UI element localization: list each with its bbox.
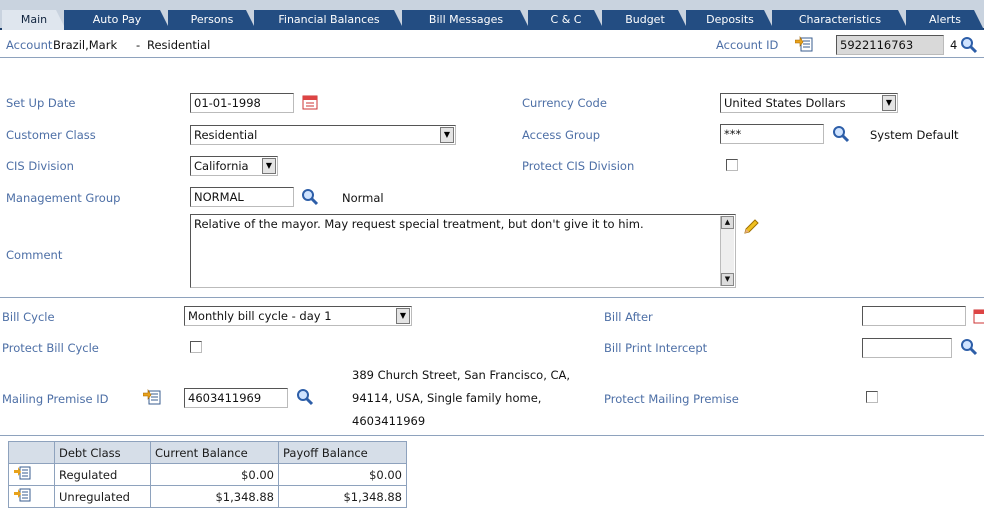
section-divider	[0, 435, 984, 436]
premise-context-icon[interactable]	[142, 388, 161, 408]
customer-class-label: Customer Class	[6, 128, 96, 142]
mailing-premise-search-icon[interactable]	[296, 388, 314, 409]
account-header: Account Brazil,Mark - Residential Accoun…	[0, 32, 984, 58]
currency-code-value: United States Dollars	[724, 96, 846, 110]
protect-cis-division-label: Protect CIS Division	[522, 159, 635, 173]
bill-print-intercept-label: Bill Print Intercept	[604, 341, 708, 355]
management-group-search-icon[interactable]	[301, 188, 319, 209]
premise-address-line-1: 389 Church Street, San Francisco, CA,	[352, 368, 571, 382]
comment-text: Relative of the mayor. May request speci…	[194, 217, 644, 231]
payoff-balance-cell: $1,348.88	[278, 485, 407, 508]
payoff-balance-cell: $0.00	[278, 463, 407, 486]
chevron-down-icon: ▼	[882, 95, 896, 111]
currency-code-select[interactable]: United States Dollars ▼	[720, 93, 898, 113]
table-header-row: Debt Class Current Balance Payoff Balanc…	[8, 441, 407, 464]
tab-auto-pay[interactable]: Auto Pay	[64, 10, 170, 30]
tab-financial-balances[interactable]: Financial Balances	[254, 10, 404, 30]
comment-label: Comment	[6, 248, 63, 262]
tab-deposits[interactable]: Deposits	[686, 10, 774, 30]
account-context-icon[interactable]	[794, 35, 813, 55]
edit-pencil-icon[interactable]	[742, 218, 760, 239]
bill-cycle-label: Bill Cycle	[2, 310, 55, 324]
bill-print-intercept-field[interactable]	[862, 338, 952, 358]
management-group-field[interactable]: NORMAL	[190, 187, 294, 207]
account-id-label: Account ID	[716, 38, 779, 52]
bill-after-field[interactable]	[862, 306, 966, 326]
account-search-icon[interactable]	[960, 36, 978, 57]
tab-alerts[interactable]: Alerts	[906, 10, 984, 30]
tab-c-and-c[interactable]: C & C	[528, 10, 604, 30]
table-header-icon-col	[8, 441, 55, 464]
tab-persons[interactable]: Persons	[168, 10, 256, 30]
bill-print-intercept-search-icon[interactable]	[960, 338, 978, 359]
protect-mailing-premise-checkbox[interactable]	[866, 391, 878, 403]
table-header-debt-class: Debt Class	[54, 441, 151, 464]
access-group-search-icon[interactable]	[832, 125, 850, 146]
account-name: Brazil,Mark	[53, 38, 118, 52]
account-separator: -	[136, 38, 141, 52]
account-id-field[interactable]: 5922116763	[836, 35, 944, 55]
access-group-description: System Default	[870, 128, 959, 142]
protect-cis-division-checkbox[interactable]	[726, 159, 738, 171]
table-row: Regulated $0.00 $0.00	[8, 463, 407, 486]
bill-after-calendar-icon[interactable]	[973, 308, 984, 324]
chevron-down-icon: ▼	[396, 308, 410, 324]
tab-main[interactable]: Main	[2, 10, 66, 30]
premise-address-line-2: 94114, USA, Single family home,	[352, 391, 542, 405]
customer-class-select[interactable]: Residential ▼	[190, 125, 456, 145]
row-context-icon[interactable]	[8, 485, 55, 508]
calendar-icon[interactable]	[302, 94, 318, 113]
table-header-current-balance: Current Balance	[150, 441, 279, 464]
account-label: Account	[6, 38, 53, 52]
customer-class-value: Residential	[194, 128, 258, 142]
mailing-premise-label: Mailing Premise ID	[2, 392, 109, 406]
tab-bar: Main Auto Pay Persons Financial Balances…	[0, 0, 984, 30]
cis-division-value: California	[194, 159, 249, 173]
table-row: Unregulated $1,348.88 $1,348.88	[8, 485, 407, 508]
current-balance-cell: $0.00	[150, 463, 279, 486]
cis-division-select[interactable]: California ▼	[190, 156, 278, 176]
comment-scrollbar[interactable]: ▲ ▼	[720, 216, 734, 286]
table-header-payoff-balance: Payoff Balance	[278, 441, 407, 464]
access-group-label: Access Group	[522, 128, 601, 142]
current-balance-cell: $1,348.88	[150, 485, 279, 508]
management-group-description: Normal	[342, 191, 384, 205]
protect-bill-cycle-checkbox[interactable]	[190, 341, 202, 353]
chevron-down-icon: ▼	[440, 127, 454, 143]
debt-class-table: Debt Class Current Balance Payoff Balanc…	[8, 441, 407, 508]
comment-textarea[interactable]: Relative of the mayor. May request speci…	[190, 214, 736, 288]
tab-characteristics[interactable]: Characteristics	[772, 10, 908, 30]
account-id-check-digit: 4	[950, 38, 958, 52]
premise-address-line-3: 4603411969	[352, 414, 426, 428]
cis-division-label: CIS Division	[6, 159, 74, 173]
bill-cycle-value: Monthly bill cycle - day 1	[188, 309, 332, 323]
bill-after-label: Bill After	[604, 310, 653, 324]
chevron-down-icon: ▼	[262, 158, 276, 174]
management-group-label: Management Group	[6, 191, 121, 205]
debt-class-cell: Regulated	[54, 463, 151, 486]
section-divider	[0, 297, 984, 298]
scroll-up-icon[interactable]: ▲	[721, 216, 734, 229]
tab-bill-messages[interactable]: Bill Messages	[402, 10, 530, 30]
protect-bill-cycle-label: Protect Bill Cycle	[2, 341, 99, 355]
setup-date-field[interactable]: 01-01-1998	[190, 93, 294, 113]
mailing-premise-field[interactable]: 4603411969	[184, 388, 288, 408]
row-context-icon[interactable]	[8, 463, 55, 486]
currency-code-label: Currency Code	[522, 96, 607, 110]
protect-mailing-premise-label: Protect Mailing Premise	[604, 392, 739, 406]
account-type: Residential	[147, 38, 211, 52]
tab-budget[interactable]: Budget	[602, 10, 688, 30]
access-group-field[interactable]: ***	[720, 124, 824, 144]
debt-class-cell: Unregulated	[54, 485, 151, 508]
scroll-down-icon[interactable]: ▼	[721, 273, 734, 286]
bill-cycle-select[interactable]: Monthly bill cycle - day 1 ▼	[184, 306, 412, 326]
setup-date-label: Set Up Date	[6, 96, 76, 110]
